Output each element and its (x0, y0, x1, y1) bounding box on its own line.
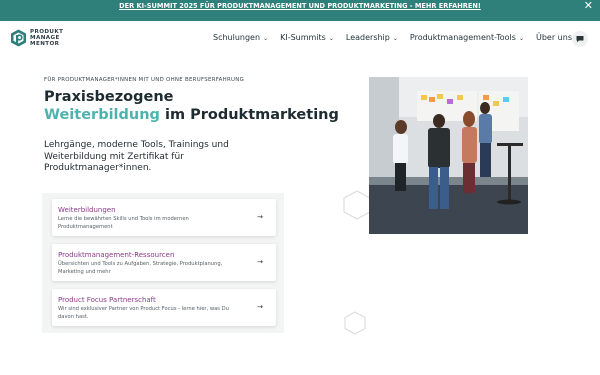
card-ressourcen[interactable]: Produktmanagement-Ressourcen Übersichten… (52, 244, 276, 281)
chevron-down-icon: ⌄ (328, 35, 334, 42)
hexagon-decoration-icon (344, 311, 366, 335)
nav-item-ki-summits[interactable]: KI-Summits ⌄ (280, 33, 334, 42)
nav-menu: Schulungen ⌄ KI-Summits ⌄ Leadership ⌄ Prod… (213, 33, 592, 42)
chat-icon (576, 36, 584, 43)
logo-icon (11, 29, 26, 47)
headline-line-2: Weiterbildung im Produktmarketing (44, 106, 339, 124)
chevron-down-icon: ⌄ (518, 35, 524, 42)
banner-link[interactable]: DER KI-SUMMIT 2025 FÜR PRODUKTMANAGEMENT… (70, 2, 530, 11)
card-title: Weiterbildungen (58, 206, 116, 214)
card-description: Lerne die bewährten Skills und Tools im … (58, 216, 189, 230)
nav-item-leadership[interactable]: Leadership ⌄ (346, 33, 398, 42)
chevron-down-icon: ⌄ (392, 35, 398, 42)
logo[interactable]: PRODUKT MANAGE MENTOR (10, 29, 63, 47)
card-partnerschaft[interactable]: Product Focus Partnerschaft Wir sind exk… (52, 289, 276, 326)
nav-item-label: KI-Summits (280, 33, 326, 42)
headline-rest: im Produktmarketing (159, 107, 339, 123)
card-description: Übersichten und Tools zu Aufgaben, Strat… (58, 261, 223, 275)
card-weiterbildungen[interactable]: Weiterbildungen Lerne die bewährten Skil… (52, 199, 276, 236)
close-icon[interactable]: ✕ (584, 0, 593, 11)
hexagon-decoration-icon (343, 190, 371, 220)
logo-text: PRODUKT MANAGE MENTOR (30, 29, 63, 47)
card-title: Produktmanagement-Ressourcen (58, 251, 175, 259)
card-title: Product Focus Partnerschaft (58, 296, 156, 304)
arrow-right-icon: → (257, 303, 263, 311)
nav-item-label: Über uns (535, 33, 572, 42)
chat-button[interactable] (572, 31, 588, 47)
announcement-banner: DER KI-SUMMIT 2025 FÜR PRODUKTMANAGEMENT… (0, 0, 600, 21)
hero-subtext: Lehrgänge, moderne Tools, Trainings und … (44, 140, 229, 173)
logo-line-3: MENTOR (30, 41, 60, 47)
nav-item-label: Schulungen (213, 33, 261, 42)
hero-eyebrow: FÜR PRODUKTMANAGER*INNEN MIT UND OHNE BE… (44, 77, 245, 83)
nav-item-schulungen[interactable]: Schulungen ⌄ (213, 33, 268, 42)
nav-item-tools[interactable]: Produktmanagement-Tools ⌄ (410, 33, 524, 42)
page-title: Praxisbezogene Weiterbildung im Produktm… (44, 88, 339, 124)
hero-photo (369, 77, 528, 234)
main-navigation: PRODUKT MANAGE MENTOR Schulungen ⌄ KI-Sum… (0, 21, 600, 57)
chevron-down-icon: ⌄ (263, 35, 269, 42)
card-description: Wir sind exklusiver Partner von Product … (58, 306, 229, 320)
nav-item-label: Leadership (345, 33, 390, 42)
arrow-right-icon: → (257, 258, 263, 266)
arrow-right-icon: → (257, 213, 263, 221)
headline-highlight: Weiterbildung (44, 107, 160, 123)
headline-line-1: Praxisbezogene (44, 89, 174, 105)
nav-item-label: Produktmanagement-Tools (409, 33, 516, 42)
